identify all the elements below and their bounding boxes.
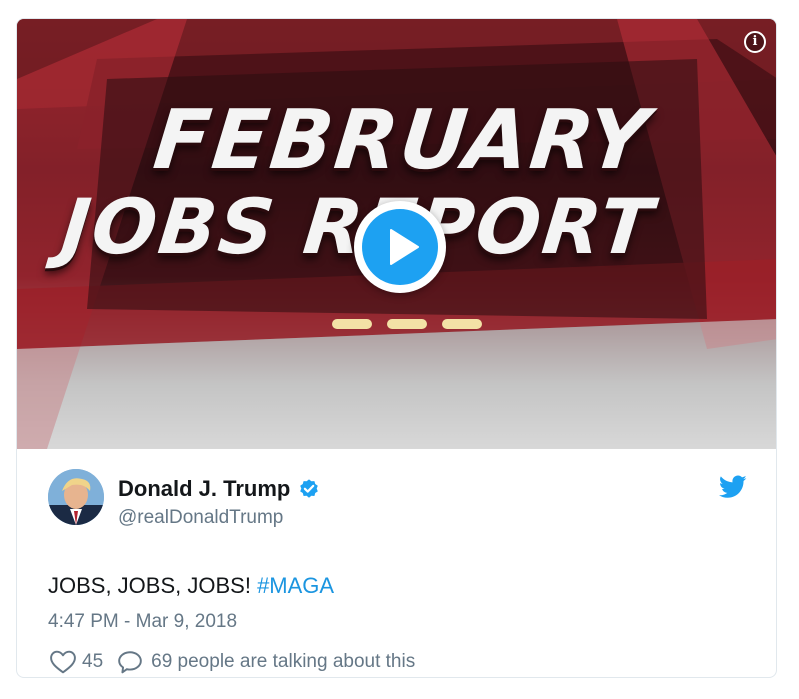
video-thumbnail[interactable]: FEBRUARY JOBS REPORT i: [17, 19, 776, 449]
headline-line-1: FEBRUARY: [149, 93, 655, 188]
comment-bubble-icon[interactable]: [115, 649, 145, 675]
tweet-actions: 45 69 people are talking about this: [48, 649, 415, 675]
tweet-card[interactable]: FEBRUARY JOBS REPORT i Donald J. Trump @…: [16, 18, 777, 678]
author-handle[interactable]: @realDonaldTrump: [118, 507, 283, 529]
verified-badge-icon: [300, 479, 319, 498]
talking-count-link[interactable]: 69 people are talking about this: [151, 651, 415, 673]
author-row: Donald J. Trump: [118, 477, 320, 501]
twitter-bird-icon[interactable]: [719, 475, 747, 499]
avatar-image: [48, 469, 104, 525]
play-button-circle: [362, 209, 438, 285]
info-icon[interactable]: i: [744, 31, 766, 53]
like-count[interactable]: 45: [82, 651, 103, 673]
play-button[interactable]: [354, 201, 446, 293]
tweet-timestamp[interactable]: 4:47 PM - Mar 9, 2018: [48, 611, 237, 633]
play-icon: [390, 229, 419, 265]
author-name[interactable]: Donald J. Trump: [118, 477, 290, 501]
hashtag-link[interactable]: #MAGA: [257, 573, 334, 598]
tweet-body: Donald J. Trump @realDonaldTrump JOBS, J…: [17, 449, 776, 677]
tweet-text-body: JOBS, JOBS, JOBS!: [48, 573, 258, 598]
heart-icon[interactable]: [48, 649, 78, 675]
tweet-text: JOBS, JOBS, JOBS! #MAGA: [48, 573, 334, 599]
avatar[interactable]: [48, 469, 104, 525]
